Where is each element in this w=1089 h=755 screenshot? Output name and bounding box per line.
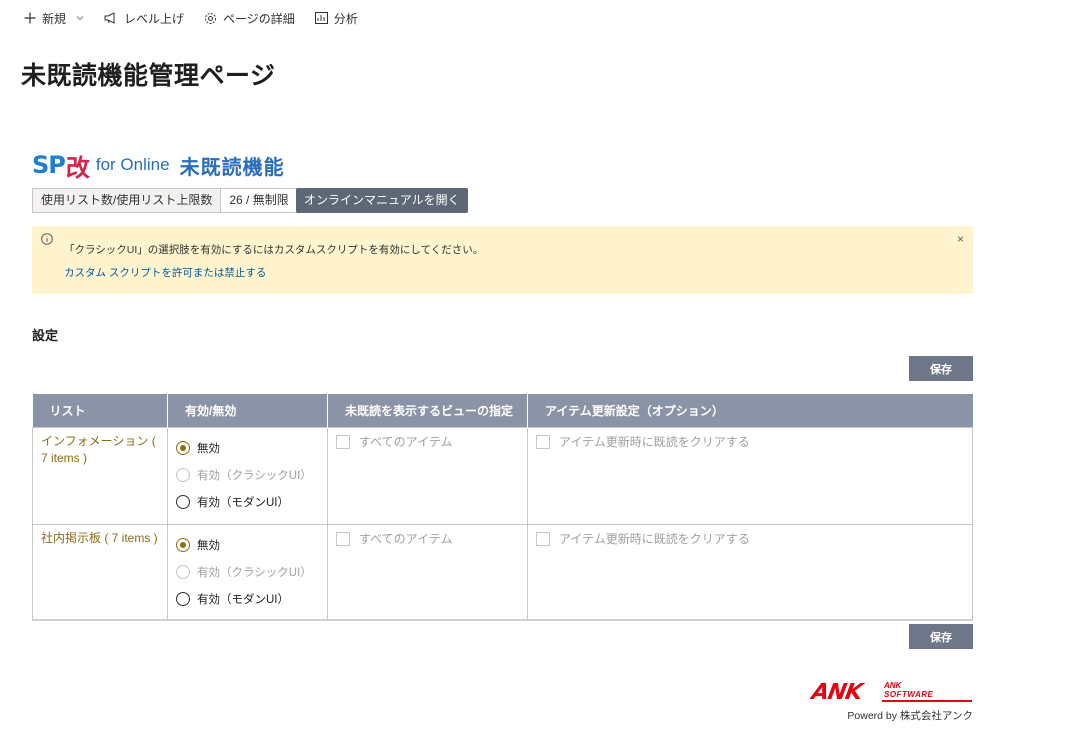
list-name: インフォメーション ( 7 items ) [32, 427, 168, 525]
update-cell: アイテム更新時に既読をクリアする [527, 524, 973, 621]
checkbox-box [336, 434, 350, 449]
checkbox-box [536, 434, 550, 449]
checkbox-label: アイテム更新時に既読をクリアする [559, 532, 750, 546]
radio-label: 有効（モダンUI） [197, 497, 289, 509]
powered-by: Powerd by 株式会社アンク [847, 710, 973, 722]
close-icon[interactable]: × [957, 232, 964, 246]
enable-cell: 無効 有効（クラシックUI） 有効（モダンUI） [167, 524, 328, 621]
custom-script-link[interactable]: カスタム スクリプトを許可または禁止する [64, 265, 266, 280]
radio-circle [176, 441, 190, 455]
checkbox-label: アイテム更新時に既読をクリアする [559, 435, 750, 449]
radio-modern[interactable]: 有効（モダンUI） [176, 494, 327, 510]
logo-brand-kanji: 改 [65, 154, 90, 182]
radio-circle [176, 592, 190, 606]
radio-label: 有効（クラシックUI） [197, 567, 312, 579]
level-up-button[interactable]: レベル上げ [104, 10, 184, 27]
analytics-label: 分析 [333, 11, 358, 26]
usage-label: 使用リスト数/使用リスト上限数 [32, 188, 222, 213]
radio-circle [176, 565, 190, 579]
new-label: 新規 [42, 11, 67, 26]
header-list: リスト [32, 394, 168, 428]
logo-for-online: for Online [95, 155, 170, 174]
header-enable: 有効/無効 [167, 394, 328, 428]
gear-icon [205, 12, 217, 24]
ank-logo-word2: SOFTWARE [884, 690, 934, 699]
checkbox-label: すべてのアイテム [359, 435, 453, 449]
table-row: インフォメーション ( 7 items ) 無効 有効（クラシックUI） 有効（… [32, 427, 973, 525]
update-checkbox[interactable]: アイテム更新時に既読をクリアする [528, 428, 972, 450]
analytics-button[interactable]: 分析 [314, 10, 358, 27]
page-details-label: ページの詳細 [223, 11, 295, 26]
radio-label: 無効 [197, 443, 220, 455]
header-update: アイテム更新設定（オプション） [527, 394, 973, 428]
open-manual-button[interactable]: オンラインマニュアルを開く [296, 188, 468, 213]
radio-circle [176, 468, 190, 482]
list-name: 社内掲示板 ( 7 items ) [32, 524, 168, 621]
enable-cell: 無効 有効（クラシックUI） 有効（モダンUI） [167, 427, 328, 525]
command-bar: 新規 レベル上げ ページの詳細 分析 [24, 8, 378, 28]
chevron-down-icon [76, 16, 84, 21]
view-cell: すべてのアイテム [327, 427, 528, 525]
logo-brand: SP [32, 151, 66, 179]
megaphone-icon [104, 12, 115, 24]
checkbox-box [536, 531, 550, 546]
radio-modern[interactable]: 有効（モダンUI） [176, 591, 327, 607]
chart-icon [314, 12, 328, 24]
table-header: リスト 有効/無効 未既読を表示するビューの指定 アイテム更新設定（オプション） [32, 394, 973, 428]
notice-banner: 「クラシックUI」の選択肢を有効にするにはカスタムスクリプトを有効にしてください… [32, 226, 973, 294]
checkbox-box [336, 531, 350, 546]
radio-circle [176, 538, 190, 552]
view-checkbox[interactable]: すべてのアイテム [328, 525, 527, 547]
radio-classic: 有効（クラシックUI） [176, 564, 327, 580]
checkbox-label: すべてのアイテム [359, 532, 453, 546]
update-checkbox[interactable]: アイテム更新時に既読をクリアする [528, 525, 972, 547]
radio-disabled[interactable]: 無効 [176, 537, 327, 553]
radio-classic: 有効（クラシックUI） [176, 467, 327, 483]
level-up-label: レベル上げ [124, 11, 185, 26]
page-title: 未既読機能管理ページ [21, 62, 276, 90]
radio-circle [176, 495, 190, 509]
header-view: 未既読を表示するビューの指定 [327, 394, 528, 428]
usage-value: 26 / 無制限 [221, 188, 298, 213]
ank-logo-bar [882, 700, 972, 702]
update-cell: アイテム更新時に既読をクリアする [527, 427, 973, 525]
settings-title: 設定 [32, 328, 59, 343]
radio-label: 有効（クラシックUI） [197, 470, 312, 482]
sp-kai-logo: SP 改 for Online 未既読機能 [32, 150, 285, 182]
view-checkbox[interactable]: すべてのアイテム [328, 428, 527, 450]
ank-software-logo: ANK ANK SOFTWARE [809, 680, 972, 705]
usage-indicator: 使用リスト数/使用リスト上限数 26 / 無制限 [32, 188, 298, 213]
save-button-bottom[interactable]: 保存 [909, 624, 973, 649]
info-icon [41, 233, 53, 245]
radio-disabled[interactable]: 無効 [176, 440, 327, 456]
logo-feature: 未既読機能 [179, 156, 285, 179]
ank-logo-word1: ANK [884, 681, 902, 690]
table-row: 社内掲示板 ( 7 items ) 無効 有効（クラシックUI） 有効（モダンU… [32, 524, 973, 621]
radio-label: 無効 [197, 540, 220, 552]
radio-label: 有効（モダンUI） [197, 594, 289, 606]
plus-icon [24, 12, 36, 24]
settings-table: リスト 有効/無効 未既読を表示するビューの指定 アイテム更新設定（オプション）… [32, 394, 973, 621]
save-button-top[interactable]: 保存 [909, 356, 973, 381]
notice-message: 「クラシックUI」の選択肢を有効にするにはカスタムスクリプトを有効にしてください… [64, 244, 484, 256]
view-cell: すべてのアイテム [327, 524, 528, 621]
page-details-button[interactable]: ページの詳細 [204, 10, 295, 27]
ank-logo-mark: ANK [809, 680, 864, 705]
new-button[interactable]: 新規 [24, 10, 84, 27]
